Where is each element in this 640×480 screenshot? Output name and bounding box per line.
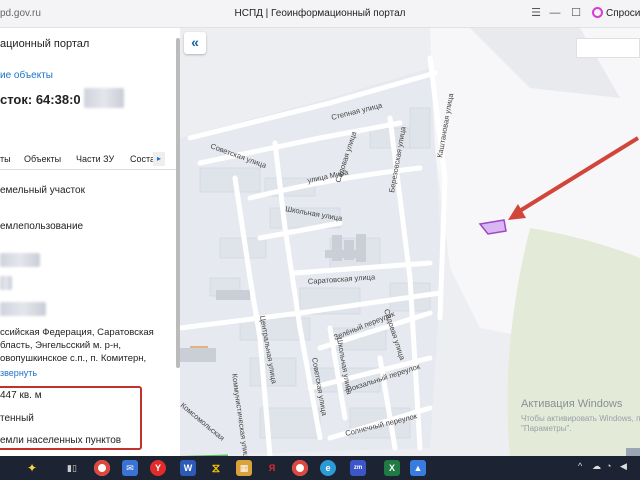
tinkoff-icon[interactable]: ⧖ (208, 460, 224, 476)
yandex-icon[interactable]: Я (264, 460, 280, 476)
redacted-text (0, 276, 12, 290)
windows-activation-text: Чтобы активировать Windows, п (521, 414, 640, 423)
redacted-text (0, 302, 46, 316)
alice-assistant-icon[interactable] (592, 7, 603, 18)
windows-taskbar: ✦ ▮▯ ✉ Y W ⧖ ▦ Я e zm X ▲ ^ ☁ ◔ ◀ (0, 456, 640, 480)
category-value: емли населенных пунктов (0, 435, 122, 446)
word-icon[interactable]: W (180, 460, 196, 476)
excel-icon[interactable]: X (384, 460, 400, 476)
panel-tabs: ты Объекты Части ЗУ Соста ▸ (0, 150, 176, 170)
network-icon[interactable]: ☁ (592, 461, 601, 472)
related-objects-link[interactable]: ие объекты (0, 70, 53, 81)
map-search-box[interactable] (576, 38, 640, 58)
land-use: емлепользование (0, 221, 84, 232)
info-panel: ационный портал ие объекты сток: 64:38:0… (0, 28, 180, 456)
tabs-next-icon[interactable]: ▸ (153, 152, 165, 166)
app-icon[interactable]: ▲ (410, 460, 426, 476)
tab-0[interactable]: ты (0, 154, 11, 164)
bookmark-icon[interactable]: ☰ (530, 7, 542, 19)
redacted-text (0, 253, 40, 267)
zoom-icon[interactable]: zm (350, 460, 366, 476)
tab-parts[interactable]: Части ЗУ (76, 154, 114, 164)
windows-activation-title: Активация Windows (521, 398, 623, 410)
wifi-icon[interactable]: ◔ (606, 461, 611, 471)
screen: pd.gov.ru НСПД | Геоинформационный порта… (0, 0, 640, 480)
status-value: тенный (0, 413, 34, 424)
object-type: емельный участок (0, 185, 85, 196)
minimize-icon[interactable]: — (549, 7, 561, 19)
collapse-panel-button[interactable]: « (184, 32, 206, 54)
mail-icon[interactable]: ✉ (122, 460, 138, 476)
map-scale-badge (626, 448, 640, 456)
redacted-text (84, 88, 124, 108)
ask-button[interactable]: Спросить (606, 8, 640, 19)
cadastral-number: сток: 64:38:0 (0, 92, 81, 107)
chrome-icon[interactable] (94, 460, 110, 476)
task-view-icon[interactable]: ▮▯ (64, 460, 80, 476)
edge-icon[interactable]: e (320, 460, 336, 476)
collapse-address-link[interactable]: звернуть (0, 368, 37, 378)
map-canvas[interactable]: Степная улица Садовая улица Березовская … (180, 28, 640, 456)
browser-titlebar: pd.gov.ru НСПД | Геоинформационный порта… (0, 0, 640, 28)
sparkle-icon[interactable]: ✦ (24, 460, 40, 476)
tab-composition[interactable]: Соста (130, 154, 155, 164)
photos-icon[interactable]: ▦ (236, 460, 252, 476)
address-text: ссийская Федерация, Саратовская бласть, … (0, 327, 154, 364)
volume-icon[interactable]: ◀ (620, 461, 627, 472)
windows-activation-text: "Параметры". (521, 424, 572, 433)
page-title: НСПД | Геоинформационный портал (234, 8, 406, 19)
tray-chevron-icon[interactable]: ^ (578, 461, 582, 471)
maximize-icon[interactable]: ☐ (570, 7, 582, 19)
chrome-icon[interactable] (292, 460, 308, 476)
area-value: 447 кв. м (0, 390, 42, 401)
tab-objects[interactable]: Объекты (24, 154, 61, 164)
map-view[interactable]: Степная улица Садовая улица Березовская … (180, 28, 640, 456)
yandex-browser-icon[interactable]: Y (150, 460, 166, 476)
panel-title: ационный портал (0, 38, 90, 50)
